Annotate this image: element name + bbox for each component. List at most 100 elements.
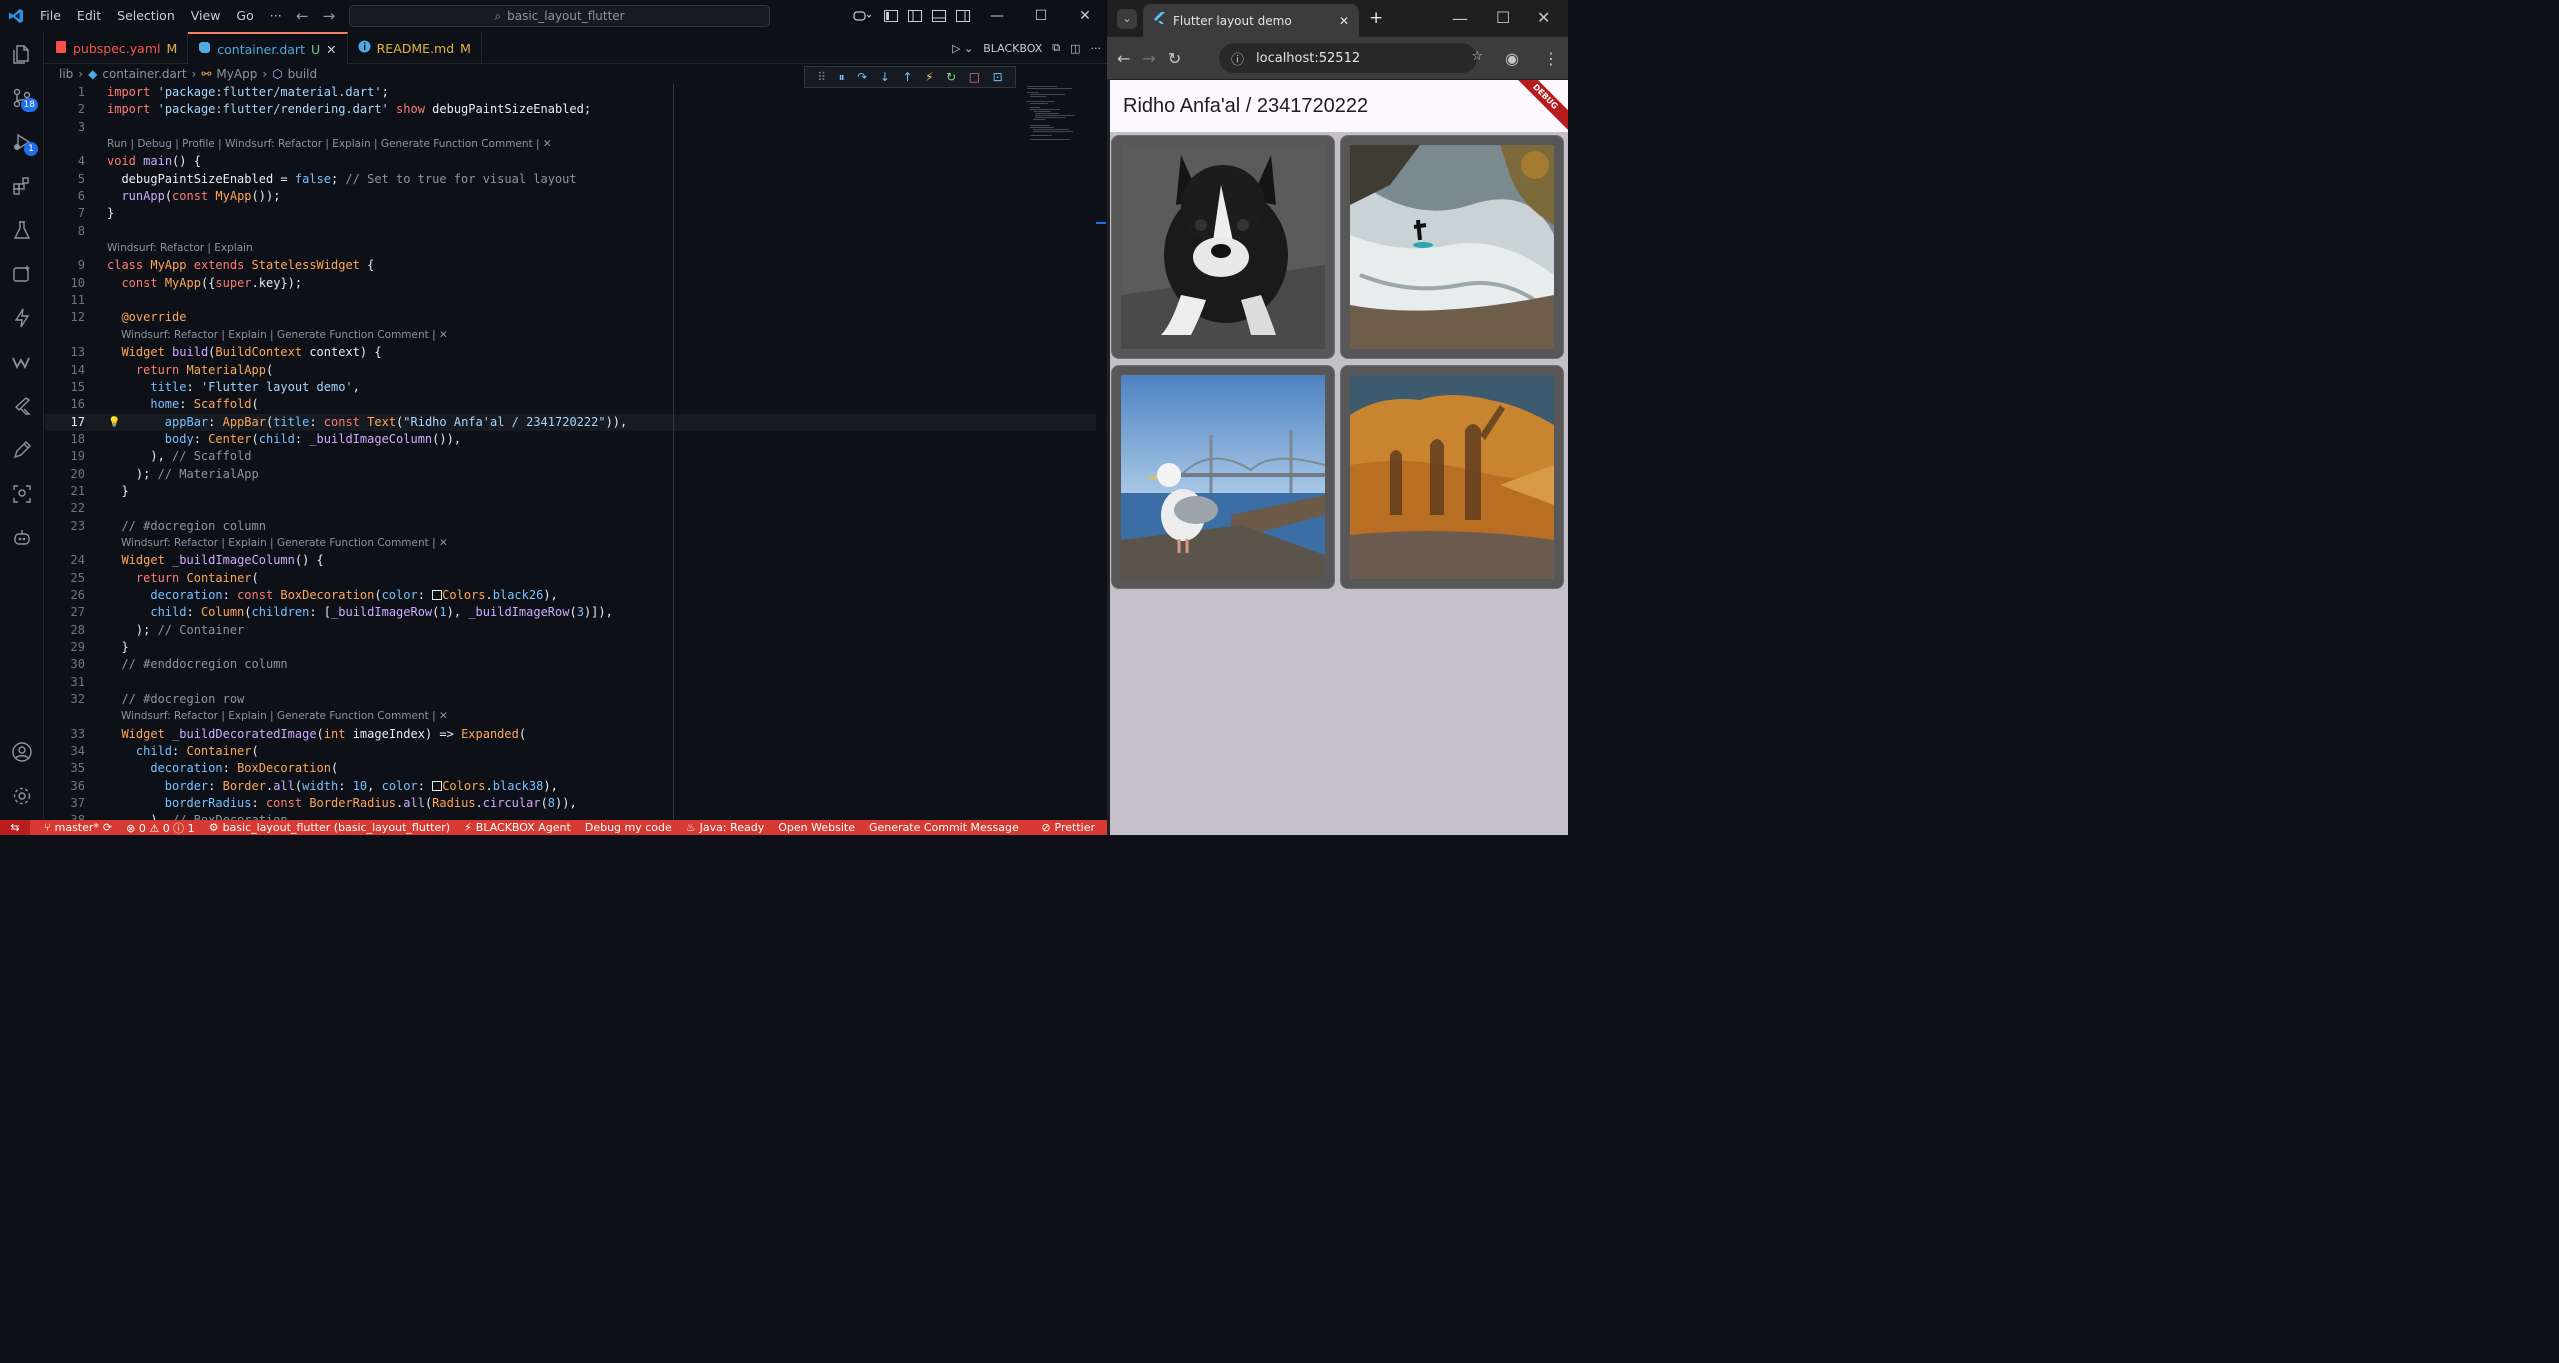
blackbox-button[interactable]: BLACKBOX [983, 42, 1042, 55]
code-line[interactable]: 4 void main() { [45, 153, 1107, 170]
codelens[interactable]: Run | Debug | Profile | Windsurf: Refact… [45, 136, 1107, 153]
tab-container-dart[interactable]: container.dart U ✕ [188, 32, 348, 64]
code-line[interactable]: 28 ); // Container [45, 622, 1107, 639]
codelens-text[interactable]: Windsurf: Refactor | Explain | Generate … [121, 708, 448, 725]
toggle-secondary-sidebar-icon[interactable] [951, 0, 975, 32]
tab-pubspec[interactable]: pubspec.yaml M [45, 32, 189, 64]
profile-icon[interactable]: ◉ [1505, 49, 1519, 68]
code-line[interactable]: 24 Widget _buildImageColumn() { [45, 552, 1107, 569]
code-line[interactable]: 35 decoration: BoxDecoration( [45, 760, 1107, 777]
code-line[interactable]: 16 home: Scaffold( [45, 396, 1107, 413]
back-icon[interactable]: ← [1117, 49, 1130, 68]
codelens[interactable]: Windsurf: Refactor | Explain | Generate … [45, 535, 1107, 552]
tab-search-icon[interactable]: ⌄ [1117, 9, 1137, 29]
code-line[interactable]: 26 decoration: const BoxDecoration(color… [45, 587, 1107, 604]
compare-icon[interactable]: ⧉ [1052, 41, 1060, 55]
code-line[interactable]: 34 child: Container( [45, 743, 1107, 760]
prettier-status[interactable]: ⊘ Prettier [1041, 821, 1095, 834]
split-editor-icon[interactable]: ◫ [1070, 42, 1080, 55]
step-over-icon[interactable]: ↷ [857, 70, 867, 84]
menu-selection[interactable]: Selection [109, 0, 183, 32]
code-line[interactable]: 38 ), // BoxDecoration [45, 812, 1107, 820]
menu-edit[interactable]: Edit [69, 0, 109, 32]
breadcrumb-method[interactable]: build [288, 67, 318, 81]
codelens-text[interactable]: Windsurf: Refactor | Explain [107, 240, 253, 257]
code-line[interactable]: 21 } [45, 483, 1107, 500]
more-actions-icon[interactable]: ··· [1091, 42, 1102, 55]
layout-toggle-icon[interactable] [879, 0, 903, 32]
browser-tab-flutter[interactable]: Flutter layout demo ✕ [1143, 4, 1359, 37]
run-debug-icon[interactable]: 1 [0, 120, 44, 164]
code-line[interactable]: 6 runApp(const MyApp()); [45, 188, 1107, 205]
new-tab-icon[interactable]: + [1369, 8, 1383, 28]
debug-target[interactable]: ⚙ basic_layout_flutter (basic_layout_flu… [209, 821, 450, 834]
code-line[interactable]: 17 appBar: AppBar(title: const Text("Rid… [45, 413, 1107, 431]
code-line[interactable]: 10 const MyApp({super.key}); [45, 275, 1107, 292]
code-line[interactable]: 23 // #docregion column [45, 518, 1107, 535]
blackbox-agent[interactable]: ⚡ BLACKBOX Agent [464, 821, 571, 834]
reload-icon[interactable]: ↻ [1168, 49, 1181, 68]
codelens-text[interactable]: Windsurf: Refactor | Explain | Generate … [121, 535, 448, 552]
code-line[interactable]: 15 title: 'Flutter layout demo', [45, 379, 1107, 396]
stop-icon[interactable]: □ [969, 70, 980, 84]
code-line[interactable]: 3 [45, 119, 1107, 136]
command-center-search[interactable]: ⌕ basic_layout_flutter [349, 5, 770, 27]
menu-go[interactable]: Go [228, 0, 261, 32]
browser-menu-icon[interactable]: ⋮ [1543, 49, 1559, 68]
code-line[interactable]: 8 [45, 223, 1107, 240]
code-line[interactable]: 12 @override [45, 309, 1107, 326]
widget-inspector-icon[interactable]: ⊡ [993, 70, 1003, 84]
remote-icon[interactable]: ⇆ [0, 820, 30, 835]
toggle-primary-sidebar-icon[interactable] [903, 0, 927, 32]
source-control-icon[interactable]: 18 [0, 76, 44, 120]
breadcrumb-file[interactable]: container.dart [102, 67, 186, 81]
hot-reload-icon[interactable]: ⚡ [925, 70, 933, 84]
code-editor[interactable]: 1 import 'package:flutter/material.dart';… [45, 84, 1107, 820]
tab-readme[interactable]: README.md M [348, 32, 482, 64]
explorer-icon[interactable] [0, 32, 44, 76]
browser-maximize-button[interactable]: ☐ [1496, 8, 1510, 27]
code-line[interactable]: 5 debugPaintSizeEnabled = false; // Set … [45, 171, 1107, 188]
code-line[interactable]: 19 ), // Scaffold [45, 448, 1107, 465]
codelens[interactable]: Windsurf: Refactor | Explain [45, 240, 1107, 257]
code-line[interactable]: 33 Widget _buildDecoratedImage(int image… [45, 726, 1107, 743]
codelens-text[interactable]: Windsurf: Refactor | Explain | Generate … [121, 327, 448, 344]
code-line[interactable]: 7} [45, 205, 1107, 222]
open-website[interactable]: Open Website [778, 821, 855, 834]
code-line[interactable]: 29 } [45, 639, 1107, 656]
codelens[interactable]: Windsurf: Refactor | Explain | Generate … [45, 708, 1107, 725]
problems-indicator[interactable]: ⊗ 0 ⚠ 0 ⓘ 1 [126, 820, 195, 836]
pen-edit-icon[interactable] [0, 428, 44, 472]
codelens[interactable]: Windsurf: Refactor | Explain | Generate … [45, 327, 1107, 344]
code-line[interactable]: 1 import 'package:flutter/material.dart'; [45, 84, 1107, 101]
code-line[interactable]: 2 import 'package:flutter/rendering.dart'… [45, 101, 1107, 118]
browser-minimize-button[interactable]: — [1452, 9, 1468, 28]
browser-close-button[interactable]: ✕ [1537, 8, 1550, 27]
code-line[interactable]: 32 // #docregion row [45, 691, 1107, 708]
account-icon[interactable] [0, 730, 44, 774]
copilot-icon[interactable] [845, 0, 879, 32]
code-line[interactable]: 20 ); // MaterialApp [45, 466, 1107, 483]
editor-scrollbar[interactable] [1096, 84, 1106, 820]
step-out-icon[interactable]: ↑ [902, 70, 912, 84]
menu-file[interactable]: File [32, 0, 69, 32]
code-line[interactable]: 30 // #enddocregion column [45, 656, 1107, 673]
breadcrumb-lib[interactable]: lib [59, 67, 73, 81]
back-arrow-icon[interactable]: ← [296, 7, 309, 25]
windsurf-icon[interactable] [0, 340, 44, 384]
site-info-icon[interactable]: ⓘ [1231, 49, 1244, 68]
branch-indicator[interactable]: ⑂ master* ⟳ [44, 821, 112, 834]
forward-icon[interactable]: → [1142, 49, 1155, 68]
close-window-button[interactable]: ✕ [1063, 0, 1107, 32]
address-bar[interactable]: ⓘ localhost:52512 ☆ [1219, 43, 1483, 73]
code-line[interactable]: 18 body: Center(child: _buildImageColumn… [45, 431, 1107, 448]
robot-agent-icon[interactable] [0, 516, 44, 560]
code-line[interactable]: 25 return Container( [45, 570, 1107, 587]
code-line[interactable]: 9 class MyApp extends StatelessWidget { [45, 257, 1107, 274]
restart-icon[interactable]: ↻ [946, 70, 956, 84]
code-line[interactable]: 37 borderRadius: const BorderRadius.all(… [45, 795, 1107, 812]
generate-commit-message[interactable]: Generate Commit Message [869, 821, 1019, 834]
drag-handle-icon[interactable]: ⠿ [817, 70, 826, 84]
code-line[interactable]: 27 child: Column(children: [_buildImageR… [45, 604, 1107, 621]
toggle-panel-icon[interactable] [927, 0, 951, 32]
